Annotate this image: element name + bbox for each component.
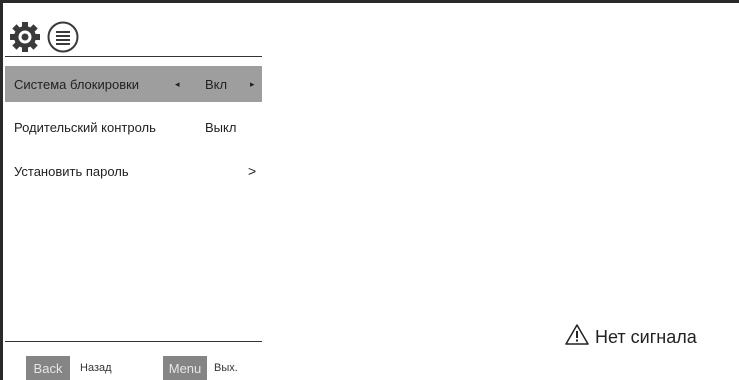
- chevron-right-icon: >: [248, 163, 257, 179]
- panel-separator-bottom: [5, 341, 262, 342]
- no-signal-text: Нет сигнала: [595, 326, 697, 347]
- menu-item-lock-system[interactable]: Система блокировки ◂ Вкл ▸: [5, 66, 262, 102]
- menu-item-label: Система блокировки: [14, 76, 140, 92]
- exit-key-label: Вых.: [214, 362, 238, 374]
- menu-item-parental-control[interactable]: Родительский контроль Выкл: [5, 109, 262, 145]
- menu-item-value: Выкл: [205, 119, 237, 135]
- settings-panel: [3, 3, 262, 380]
- menu-list-icon[interactable]: [46, 20, 80, 59]
- no-signal-message: Нет сигнала: [565, 324, 697, 350]
- gear-icon[interactable]: [8, 20, 42, 59]
- menu-item-set-password[interactable]: Установить пароль >: [5, 153, 262, 189]
- menu-item-value: Вкл: [205, 76, 228, 92]
- warning-icon: [565, 324, 595, 350]
- panel-separator-top: [5, 56, 262, 57]
- back-key-label: Назад: [80, 362, 112, 374]
- arrow-left-icon[interactable]: ◂: [175, 79, 180, 90]
- back-key-button[interactable]: Back: [26, 356, 70, 380]
- menu-key-button[interactable]: Menu: [163, 356, 207, 380]
- footer-bar: Back Назад Menu Вых.: [0, 356, 262, 380]
- menu-item-label: Родительский контроль: [14, 119, 156, 135]
- menu-item-label: Установить пароль: [14, 163, 129, 179]
- arrow-right-icon[interactable]: ▸: [250, 79, 255, 90]
